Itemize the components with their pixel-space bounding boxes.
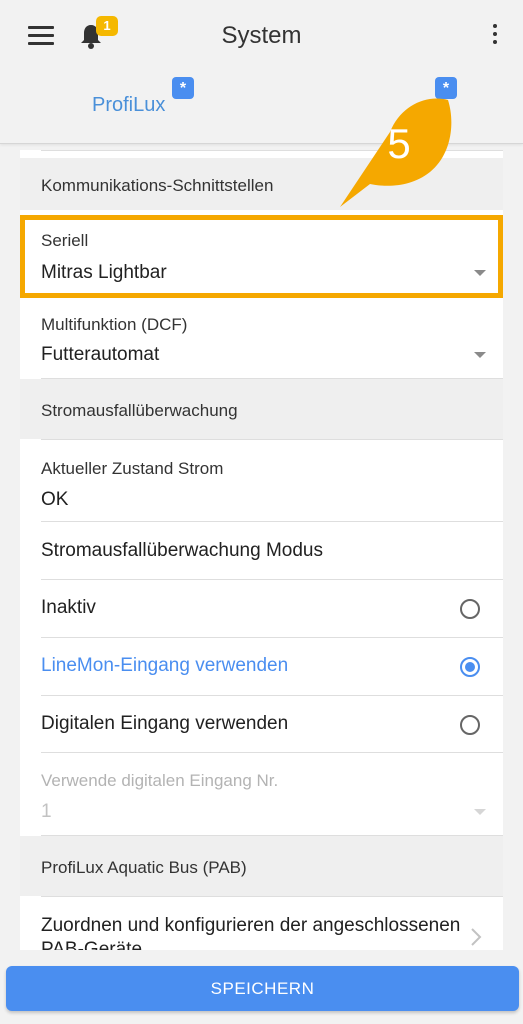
power-state-value: OK <box>41 489 69 510</box>
tab-profilux-badge: * <box>172 77 194 99</box>
chevron-down-icon <box>474 809 486 815</box>
monitor-mode-title: Stromausfallüberwachung Modus <box>41 540 323 561</box>
section-pab: ProfiLux Aquatic Bus (PAB) <box>20 836 503 896</box>
page-title: System <box>221 22 302 49</box>
divider <box>41 637 503 638</box>
divider <box>41 752 503 753</box>
multifunction-select[interactable]: Futterautomat <box>41 344 503 366</box>
serial-select[interactable]: Mitras Lightbar <box>41 262 167 284</box>
multifunction-label: Multifunktion (DCF) <box>41 315 188 334</box>
radio-label-inactive[interactable]: Inaktiv <box>41 597 503 619</box>
radio-inactive[interactable] <box>460 599 480 619</box>
serial-label: Seriell <box>41 231 89 250</box>
radio-label-linemon[interactable]: LineMon-Eingang verwenden <box>41 655 503 677</box>
radio-label-digital[interactable]: Digitalen Eingang verwenden <box>41 713 503 735</box>
chevron-down-icon[interactable] <box>474 270 486 276</box>
digital-input-select: 1 <box>41 801 52 822</box>
divider <box>41 521 503 522</box>
radio-digital[interactable] <box>460 715 480 735</box>
serial-field-highlight[interactable]: Seriell Mitras Lightbar <box>20 215 503 298</box>
divider <box>41 439 503 440</box>
tab-profilux[interactable]: ProfiLux <box>92 94 165 117</box>
chevron-right-icon[interactable] <box>470 927 482 947</box>
divider <box>41 579 503 580</box>
step-callout-number: 5 <box>387 120 411 167</box>
pab-configure-link[interactable]: Zuordnen und konfigurieren der angeschlo… <box>41 914 461 950</box>
radio-linemon[interactable] <box>460 657 480 677</box>
digital-input-label: Verwende digitalen Eingang Nr. <box>41 771 279 790</box>
divider <box>41 896 503 897</box>
divider <box>41 695 503 696</box>
save-button[interactable]: SPEICHERN <box>6 966 519 1011</box>
section-power: Stromausfallüberwachung <box>20 379 503 439</box>
chevron-down-icon[interactable] <box>474 352 486 358</box>
power-state-label: Aktueller Zustand Strom <box>41 459 224 478</box>
more-vert-icon[interactable] <box>490 24 500 48</box>
